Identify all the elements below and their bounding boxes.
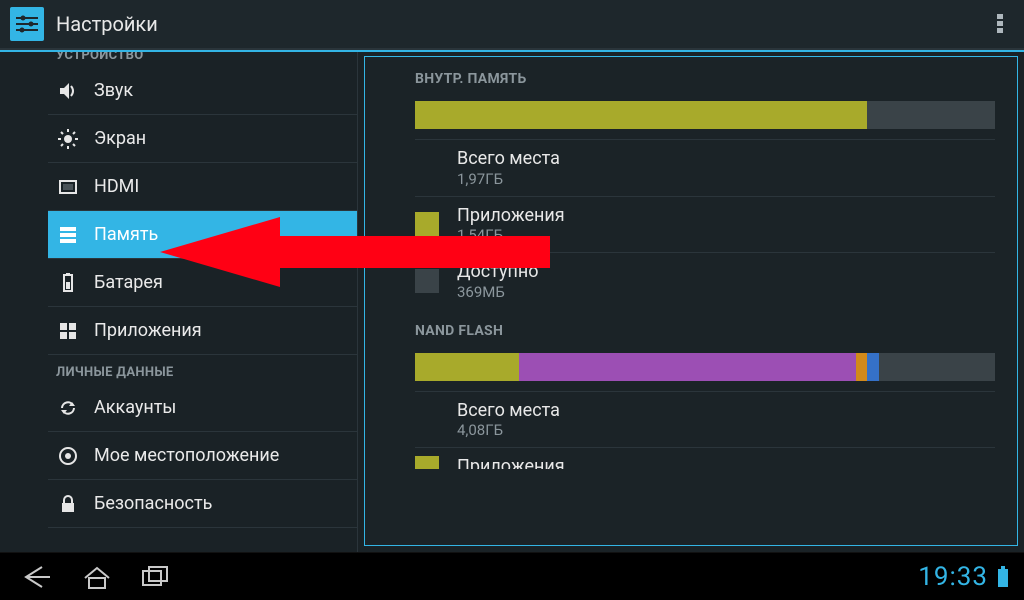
sidebar-item-security[interactable]: Безопасность xyxy=(48,480,357,528)
stat-swatch xyxy=(415,212,439,236)
sidebar-item-label: Память xyxy=(94,224,158,245)
sidebar-item-display[interactable]: Экран xyxy=(48,115,357,163)
sidebar-item-label: Безопасность xyxy=(94,493,212,514)
nand-apps-row[interactable]: Приложения xyxy=(415,447,995,469)
content-area: УСТРОЙСТВО Звук Экран HDMI Память xyxy=(0,50,1024,552)
sidebar-item-label: Звук xyxy=(94,80,133,101)
stat-label: Приложения xyxy=(457,456,565,469)
back-button[interactable] xyxy=(20,564,54,590)
sidebar-item-apps[interactable]: Приложения xyxy=(48,307,357,355)
title-bar: Настройки xyxy=(0,0,1024,50)
stat-value: 1,97ГБ xyxy=(457,170,560,188)
sidebar-item-sound[interactable]: Звук xyxy=(48,67,357,115)
nand-storage-bar[interactable] xyxy=(415,349,995,391)
stat-value: 4,08ГБ xyxy=(457,421,560,439)
sidebar-item-storage[interactable]: Память xyxy=(48,211,357,259)
overflow-menu-icon[interactable] xyxy=(986,7,1014,41)
battery-status-icon xyxy=(996,566,1010,588)
stat-label: Всего места xyxy=(457,400,560,422)
sound-icon xyxy=(56,79,80,103)
system-nav-bar: 19:33 xyxy=(0,552,1024,600)
category-device: УСТРОЙСТВО xyxy=(48,52,357,67)
recents-button[interactable] xyxy=(140,564,172,590)
settings-sidebar: УСТРОЙСТВО Звук Экран HDMI Память xyxy=(0,52,358,552)
stat-swatch xyxy=(415,408,439,432)
sync-icon xyxy=(56,396,80,420)
usage-bar-fill xyxy=(415,101,867,129)
stat-swatch xyxy=(415,456,439,469)
location-icon xyxy=(56,444,80,468)
usage-bar xyxy=(415,101,995,129)
sidebar-item-hdmi[interactable]: HDMI xyxy=(48,163,357,211)
home-button[interactable] xyxy=(82,564,112,590)
stat-label: Доступно xyxy=(457,261,539,283)
brightness-icon xyxy=(56,127,80,151)
internal-total-row[interactable]: Всего места 1,97ГБ xyxy=(415,139,995,196)
hdmi-icon xyxy=(56,175,80,199)
sidebar-item-label: HDMI xyxy=(94,176,139,197)
storage-detail-pane[interactable]: ВНУТР. ПАМЯТЬ Всего места 1,97ГБ Приложе… xyxy=(364,56,1018,546)
stat-swatch xyxy=(415,156,439,180)
sidebar-item-accounts[interactable]: Аккаунты xyxy=(48,384,357,432)
internal-storage-header: ВНУТР. ПАМЯТЬ xyxy=(415,57,995,97)
internal-apps-row[interactable]: Приложения 1,54ГБ xyxy=(415,196,995,253)
stat-value: 1,54ГБ xyxy=(457,226,565,244)
apps-icon xyxy=(56,319,80,343)
sidebar-item-label: Мое местоположение xyxy=(94,445,279,466)
sidebar-item-label: Батарея xyxy=(94,272,163,293)
sidebar-item-label: Приложения xyxy=(94,320,202,341)
app-title: Настройки xyxy=(56,12,158,36)
stat-swatch xyxy=(415,269,439,293)
battery-icon xyxy=(56,271,80,295)
lock-icon xyxy=(56,492,80,516)
storage-icon xyxy=(56,223,80,247)
sidebar-item-battery[interactable]: Батарея xyxy=(48,259,357,307)
sidebar-item-location[interactable]: Мое местоположение xyxy=(48,432,357,480)
settings-app-icon xyxy=(10,7,44,41)
sidebar-item-label: Экран xyxy=(94,128,146,149)
category-personal: ЛИЧНЫЕ ДАННЫЕ xyxy=(48,355,357,384)
internal-storage-bar[interactable] xyxy=(415,97,995,139)
nand-storage-header: NAND FLASH xyxy=(415,309,995,349)
nand-total-row[interactable]: Всего места 4,08ГБ xyxy=(415,391,995,448)
stat-label: Приложения xyxy=(457,205,565,227)
usage-bar xyxy=(415,353,995,381)
sidebar-item-label: Аккаунты xyxy=(94,397,176,418)
status-clock[interactable]: 19:33 xyxy=(918,562,1014,592)
stat-label: Всего места xyxy=(457,148,560,170)
clock-time: 19:33 xyxy=(918,562,988,592)
internal-avail-row[interactable]: Доступно 369МБ xyxy=(415,252,995,309)
stat-value: 369МБ xyxy=(457,283,539,301)
